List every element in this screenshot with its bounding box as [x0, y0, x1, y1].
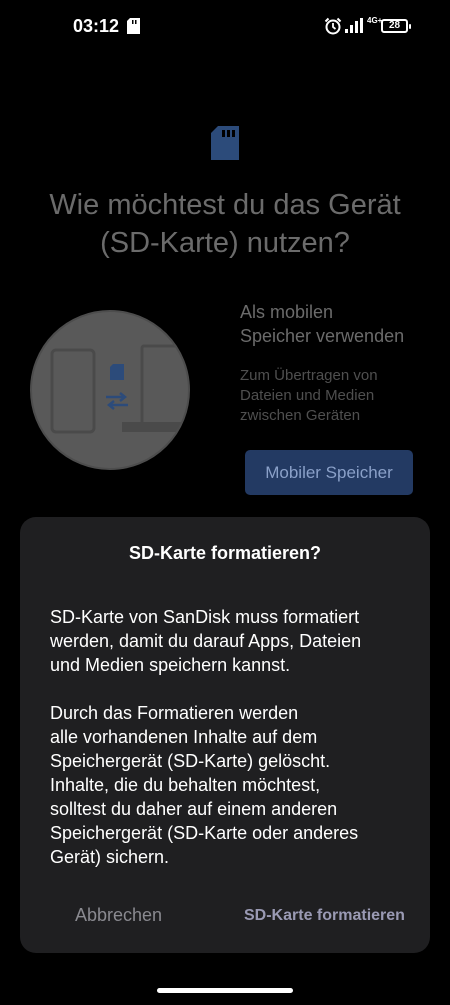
- status-time: 03:12: [73, 16, 120, 36]
- mobile-storage-button[interactable]: Mobiler Speicher: [245, 450, 413, 495]
- dialog-paragraph: Durch das Formatieren werden alle vorhan…: [50, 703, 359, 867]
- battery-icon: 28: [381, 19, 411, 33]
- dialog-message: SD-Karte von SanDisk muss formatiert wer…: [50, 605, 410, 869]
- alarm-icon: [324, 17, 342, 40]
- sd-card-icon: [211, 126, 239, 165]
- option-title: Als mobilen Speicher verwenden: [240, 302, 405, 346]
- format-dialog: SD-Karte formatieren? SD-Karte von SanDi…: [20, 517, 430, 953]
- option-description: Zum Übertragen von Dateien und Medien zw…: [240, 367, 378, 424]
- transfer-illustration: [30, 310, 190, 470]
- status-bar: 03:12 4G+ 28: [0, 0, 450, 54]
- home-indicator[interactable]: [157, 988, 293, 993]
- dialog-title: SD-Karte formatieren?: [128, 543, 322, 563]
- dialog-paragraph: SD-Karte von SanDisk muss formatiert wer…: [50, 607, 362, 675]
- sd-card-icon: [127, 18, 140, 39]
- cancel-button[interactable]: Abbrechen: [75, 905, 162, 926]
- signal-icon: [345, 18, 363, 38]
- page-title: Wie möchtest du das Gerät (SD-Karte) nut…: [49, 189, 401, 259]
- format-button[interactable]: SD-Karte formatieren: [244, 907, 405, 925]
